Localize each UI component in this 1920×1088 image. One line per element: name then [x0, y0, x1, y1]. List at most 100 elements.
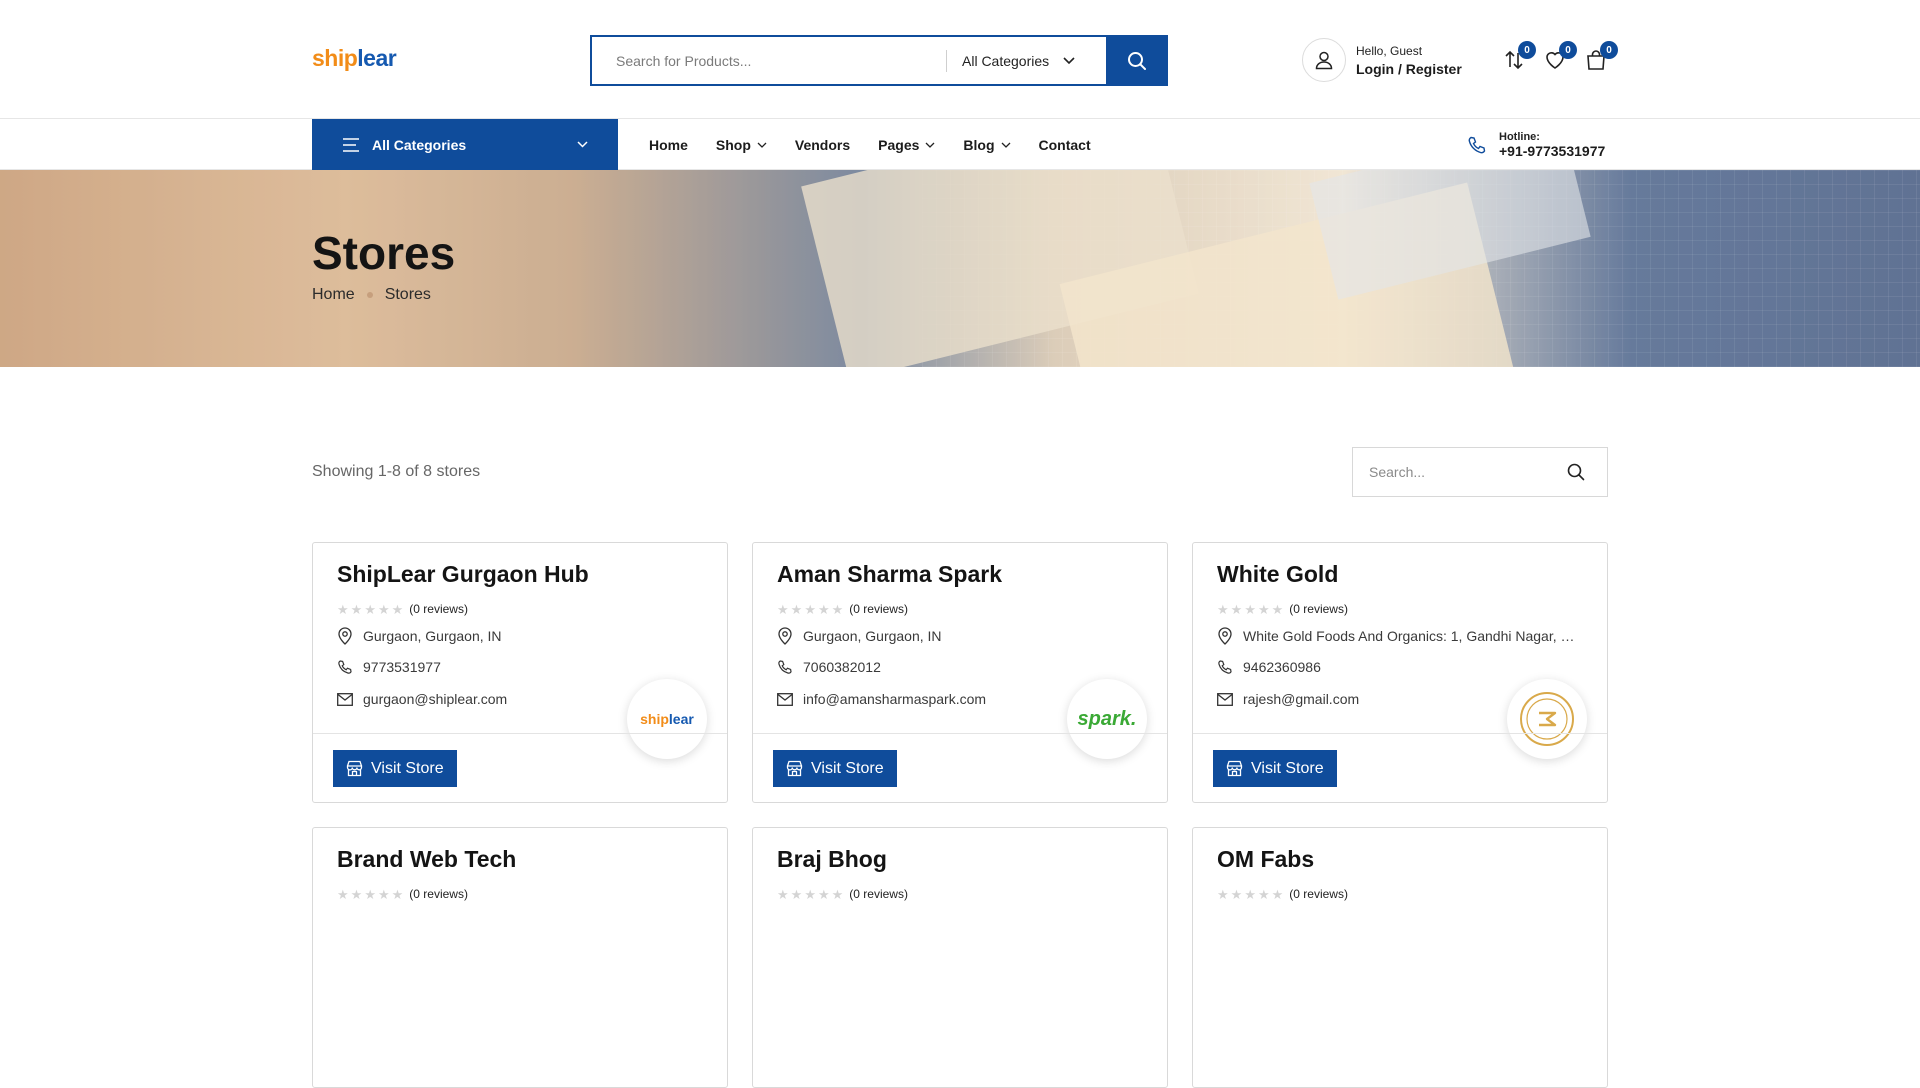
store-address-text: Gurgaon, Gurgaon, IN — [803, 628, 942, 644]
nav-item-blog[interactable]: Blog — [963, 137, 1010, 153]
nav-item-label: Shop — [715, 136, 751, 153]
review-count: (0 reviews) — [409, 887, 468, 901]
review-count: (0 reviews) — [1289, 602, 1348, 616]
star-icon: ★ — [1244, 886, 1256, 902]
nav-item-pages[interactable]: Pages — [878, 137, 935, 153]
star-icon: ★ — [1257, 886, 1270, 902]
product-search-bar: All Categories — [590, 35, 1168, 86]
star-icon: ★ — [377, 601, 390, 617]
logo-text-lear: lear — [357, 45, 397, 71]
review-count: (0 reviews) — [409, 602, 468, 616]
store-email-text: rajesh@gmail.com — [1243, 691, 1360, 707]
page-banner: Stores Home Stores — [0, 170, 1920, 367]
wishlist-button[interactable]: 0 — [1543, 41, 1577, 72]
star-icon: ★ — [364, 886, 376, 902]
store-logo[interactable]: shiplear — [627, 679, 707, 759]
breadcrumb-separator — [366, 292, 373, 298]
search-icon — [1128, 51, 1146, 70]
logo-text-ship: ship — [312, 45, 358, 71]
star-icon: ★ — [1230, 886, 1243, 902]
store-card: OM Fabs ★ ★ ★ ★ ★ (0 reviews) — [1192, 827, 1608, 1088]
star-icon: ★ — [391, 601, 404, 617]
star-icon: ★ — [1217, 601, 1229, 617]
star-icon: ★ — [1271, 601, 1284, 617]
site-logo[interactable]: shiplear — [312, 45, 397, 72]
cart-count-badge: 0 — [1600, 41, 1618, 59]
store-logo-text: ship — [640, 711, 669, 727]
review-count: (0 reviews) — [1289, 887, 1348, 901]
store-search-input[interactable] — [1369, 464, 1567, 480]
star-icon: ★ — [377, 886, 390, 902]
star-icon: ★ — [777, 886, 789, 902]
breadcrumb-home[interactable]: Home — [312, 286, 355, 304]
store-icon — [1226, 760, 1243, 777]
star-icon: ★ — [337, 601, 349, 617]
nav-item-label: Blog — [963, 136, 995, 153]
search-icon[interactable] — [1567, 463, 1585, 481]
category-select-label: All Categories — [962, 52, 1050, 69]
store-rating: ★ ★ ★ ★ ★ (0 reviews) — [777, 887, 908, 901]
store-name[interactable]: OM Fabs — [1217, 846, 1314, 873]
store-card: Braj Bhog ★ ★ ★ ★ ★ (0 reviews) — [752, 827, 1168, 1088]
phone-icon — [1468, 136, 1486, 154]
star-icon: ★ — [817, 886, 830, 902]
cart-button[interactable]: 0 — [1584, 41, 1618, 72]
nav-item-vendors[interactable]: Vendors — [795, 137, 850, 153]
hotline[interactable]: Hotline: +91-9773531977 — [1467, 131, 1605, 159]
store-address-text: White Gold Foods And Organics: 1, Gandhi… — [1243, 628, 1583, 644]
all-categories-toggle[interactable]: All Categories — [312, 119, 618, 170]
login-register-link[interactable]: Login / Register — [1356, 61, 1462, 77]
visit-store-button[interactable]: Visit Store — [773, 750, 897, 787]
store-name[interactable]: Braj Bhog — [777, 846, 887, 873]
all-categories-label: All Categories — [372, 136, 467, 153]
search-button[interactable] — [1106, 35, 1168, 86]
chevron-down-icon — [1063, 56, 1075, 64]
star-icon: ★ — [1230, 601, 1243, 617]
account-link[interactable]: Hello, Guest Login / Register — [1302, 38, 1462, 82]
store-phone: 7060382012 — [777, 659, 1147, 675]
star-icon: ★ — [790, 886, 803, 902]
store-rating: ★ ★ ★ ★ ★ (0 reviews) — [337, 602, 468, 616]
nav-item-contact[interactable]: Contact — [1039, 137, 1091, 153]
store-phone: 9773531977 — [337, 659, 707, 675]
site-header: shiplear All Categories Hello, Guest Log… — [0, 0, 1920, 119]
store-logo[interactable]: spark. — [1067, 679, 1147, 759]
compare-button[interactable]: 0 — [1502, 41, 1536, 72]
mail-icon — [337, 692, 353, 706]
results-count: Showing 1-8 of 8 stores — [312, 463, 481, 480]
store-name[interactable]: Brand Web Tech — [337, 846, 516, 873]
nav-item-label: Home — [649, 136, 688, 153]
visit-store-button[interactable]: Visit Store — [333, 750, 457, 787]
star-icon: ★ — [1244, 601, 1256, 617]
nav-item-label: Vendors — [794, 136, 851, 153]
account-greeting: Hello, Guest — [1356, 43, 1423, 58]
chevron-down-icon — [925, 142, 935, 148]
store-grid: ShipLear Gurgaon Hub ★ ★ ★ ★ ★ (0 reviews) G… — [312, 542, 1608, 1088]
store-name[interactable]: White Gold — [1217, 561, 1338, 588]
store-name[interactable]: Aman Sharma Spark — [777, 561, 1002, 588]
chevron-down-icon — [577, 141, 588, 148]
nav-menu: Home Shop Vendors Pages Blog Contact — [649, 119, 1091, 170]
store-address-text: Gurgaon, Gurgaon, IN — [363, 628, 502, 644]
page-title: Stores — [312, 227, 456, 279]
star-icon: ★ — [1217, 886, 1229, 902]
compare-count-badge: 0 — [1518, 41, 1536, 59]
visit-store-label: Visit Store — [371, 759, 444, 777]
category-select[interactable]: All Categories — [946, 49, 1106, 72]
review-count: (0 reviews) — [849, 602, 908, 616]
star-icon: ★ — [364, 601, 376, 617]
menu-icon — [343, 137, 359, 152]
main-nav: All Categories Home Shop Vendors Pages B… — [0, 119, 1920, 170]
nav-item-shop[interactable]: Shop — [716, 137, 767, 153]
store-logo[interactable] — [1507, 679, 1587, 759]
store-card: White Gold ★ ★ ★ ★ ★ (0 reviews) White Gold … — [1192, 542, 1608, 803]
star-icon: ★ — [790, 601, 803, 617]
store-rating: ★ ★ ★ ★ ★ (0 reviews) — [1217, 602, 1348, 616]
store-name[interactable]: ShipLear Gurgaon Hub — [337, 561, 589, 588]
visit-store-button[interactable]: Visit Store — [1213, 750, 1337, 787]
nav-item-home[interactable]: Home — [649, 137, 688, 153]
store-email-text: info@amansharmaspark.com — [803, 691, 987, 707]
product-search-input[interactable] — [592, 37, 946, 84]
review-count: (0 reviews) — [849, 887, 908, 901]
store-email-text: gurgaon@shiplear.com — [363, 691, 508, 707]
